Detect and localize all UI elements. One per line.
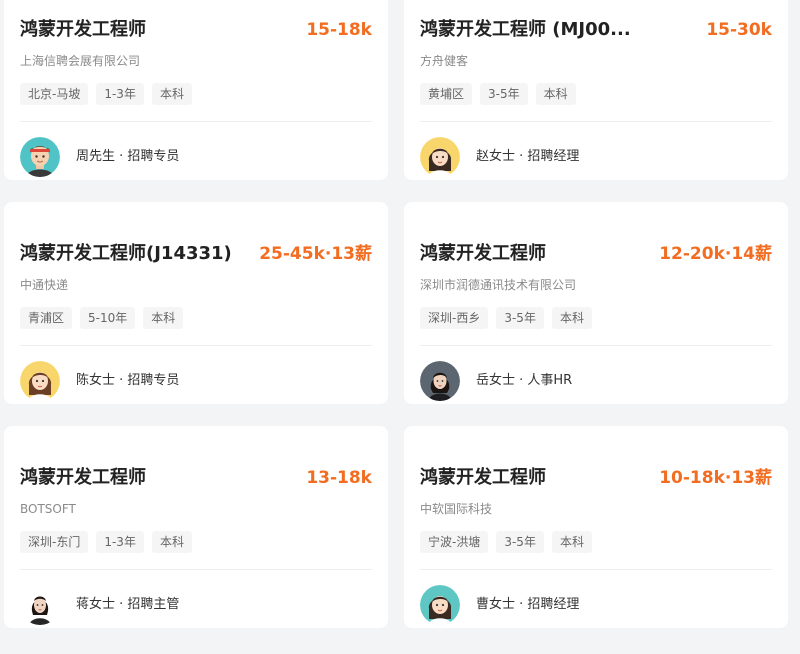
experience-tag: 1-3年: [96, 531, 144, 553]
job-salary: 12-20k·14薪: [659, 244, 772, 264]
job-card[interactable]: 鸿蒙开发工程师 12-20k·14薪 深圳市润德通讯技术有限公司 深圳-西乡 3…: [404, 202, 788, 404]
card-divider: [20, 569, 372, 570]
recruiter-info: 周先生 · 招聘专员: [76, 149, 180, 164]
education-tag: 本科: [151, 531, 192, 553]
job-title[interactable]: 鸿蒙开发工程师 (MJ00...: [420, 18, 631, 42]
job-card-grid: 鸿蒙开发工程师 15-18k 上海信聘会展有限公司 北京-马坡 1-3年 本科 …: [4, 0, 788, 650]
card-divider: [20, 121, 372, 122]
company-name[interactable]: 深圳市润德通讯技术有限公司: [420, 277, 576, 293]
experience-tag: 1-3年: [96, 83, 144, 105]
experience-tag: 3-5年: [496, 531, 544, 553]
company-name[interactable]: BOTSOFT: [20, 501, 76, 517]
education-tag: 本科: [143, 307, 184, 329]
job-title[interactable]: 鸿蒙开发工程师: [20, 18, 146, 42]
location-tag: 北京-马坡: [20, 83, 89, 105]
job-title[interactable]: 鸿蒙开发工程师(J14331): [20, 242, 232, 266]
card-divider: [420, 345, 772, 346]
job-salary: 15-18k: [306, 20, 372, 40]
company-name[interactable]: 方舟健客: [420, 53, 468, 69]
location-tag: 青浦区: [20, 307, 73, 329]
photo-woman-avatar[interactable]: [20, 585, 60, 625]
location-tag: 宁波-洪塘: [420, 531, 489, 553]
experience-tag: 3-5年: [496, 307, 544, 329]
job-tags: 深圳-西乡 3-5年 本科: [420, 307, 592, 329]
job-tags: 北京-马坡 1-3年 本科: [20, 83, 192, 105]
recruiter-info: 蒋女士 · 招聘主管: [76, 597, 180, 612]
location-tag: 深圳-东门: [20, 531, 89, 553]
job-tags: 宁波-洪塘 3-5年 本科: [420, 531, 592, 553]
education-tag: 本科: [551, 307, 592, 329]
cartoon-woman-avatar[interactable]: [420, 137, 460, 177]
job-card[interactable]: 鸿蒙开发工程师 13-18k BOTSOFT 深圳-东门 1-3年 本科 蒋女士…: [4, 426, 388, 628]
job-salary: 10-18k·13薪: [659, 468, 772, 488]
company-name[interactable]: 中软国际科技: [420, 501, 492, 517]
job-title[interactable]: 鸿蒙开发工程师: [420, 242, 546, 266]
card-divider: [420, 121, 772, 122]
location-tag: 黄埔区: [420, 83, 473, 105]
job-card[interactable]: 鸿蒙开发工程师 (MJ00... 15-30k 方舟健客 黄埔区 3-5年 本科…: [404, 0, 788, 180]
company-name[interactable]: 上海信聘会展有限公司: [20, 53, 140, 69]
job-title[interactable]: 鸿蒙开发工程师: [420, 466, 546, 490]
location-tag: 深圳-西乡: [420, 307, 489, 329]
job-salary: 13-18k: [306, 468, 372, 488]
job-title[interactable]: 鸿蒙开发工程师: [20, 466, 146, 490]
photo-woman-avatar[interactable]: [420, 361, 460, 401]
job-tags: 青浦区 5-10年 本科: [20, 307, 184, 329]
education-tag: 本科: [151, 83, 192, 105]
recruiter-info: 陈女士 · 招聘专员: [76, 373, 180, 388]
job-salary: 15-30k: [706, 20, 772, 40]
card-divider: [20, 345, 372, 346]
job-tags: 黄埔区 3-5年 本科: [420, 83, 576, 105]
recruiter-info: 岳女士 · 人事HR: [476, 373, 573, 388]
education-tag: 本科: [551, 531, 592, 553]
cartoon-man-avatar[interactable]: [20, 137, 60, 177]
job-card[interactable]: 鸿蒙开发工程师 15-18k 上海信聘会展有限公司 北京-马坡 1-3年 本科 …: [4, 0, 388, 180]
job-card[interactable]: 鸿蒙开发工程师(J14331) 25-45k·13薪 中通快递 青浦区 5-10…: [4, 202, 388, 404]
recruiter-info: 曹女士 · 招聘经理: [476, 597, 580, 612]
card-divider: [420, 569, 772, 570]
experience-tag: 3-5年: [480, 83, 528, 105]
cartoon-woman-avatar[interactable]: [420, 585, 460, 625]
job-card[interactable]: 鸿蒙开发工程师 10-18k·13薪 中软国际科技 宁波-洪塘 3-5年 本科 …: [404, 426, 788, 628]
company-name[interactable]: 中通快递: [20, 277, 68, 293]
job-salary: 25-45k·13薪: [259, 244, 372, 264]
recruiter-info: 赵女士 · 招聘经理: [476, 149, 580, 164]
cartoon-woman-avatar[interactable]: [20, 361, 60, 401]
job-tags: 深圳-东门 1-3年 本科: [20, 531, 192, 553]
education-tag: 本科: [535, 83, 576, 105]
experience-tag: 5-10年: [80, 307, 136, 329]
